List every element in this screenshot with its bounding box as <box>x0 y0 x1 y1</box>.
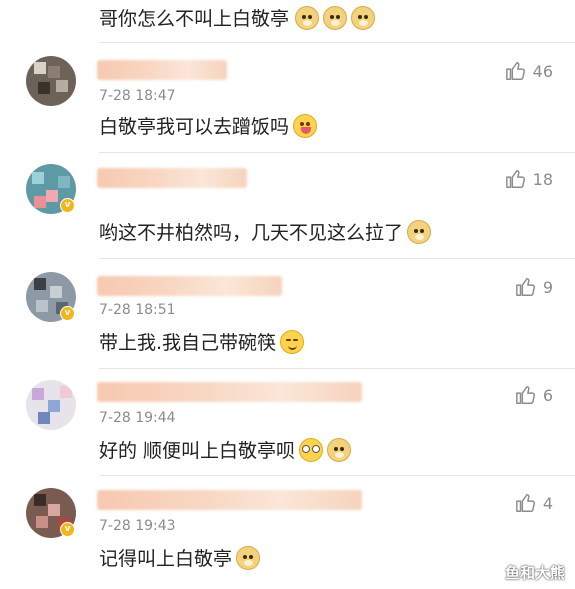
smile-emoji-icon <box>280 329 305 354</box>
thumbs-up-icon <box>515 386 535 404</box>
divider <box>99 258 575 259</box>
like-button[interactable]: 9 <box>515 276 553 298</box>
username-blurred[interactable] <box>97 60 227 80</box>
comment-text: 白敬亭我可以去蹭饭吗 <box>99 112 318 139</box>
doge-emoji-icon <box>407 219 432 244</box>
comment-text: 记得叫上白敬亭 <box>99 544 261 571</box>
like-count: 4 <box>542 493 553 513</box>
verified-badge-icon: v <box>60 522 75 537</box>
thumbs-up-icon <box>505 62 525 80</box>
like-count: 6 <box>542 385 553 405</box>
doge-emoji-icon <box>351 5 376 30</box>
thumbs-up-icon <box>515 278 535 296</box>
timestamp: 7-28 18:47 <box>99 88 176 104</box>
divider <box>99 368 575 369</box>
username-blurred[interactable] <box>97 168 247 188</box>
doge-emoji-icon <box>323 5 348 30</box>
comment-text: 哟这不井柏然吗，几天不见这么拉了 <box>99 218 432 245</box>
like-count: 9 <box>542 277 553 297</box>
username-blurred[interactable] <box>97 382 362 402</box>
avatar[interactable] <box>26 380 76 430</box>
like-button[interactable]: 4 <box>515 492 553 514</box>
verified-badge-icon: v <box>60 198 75 213</box>
tongue-emoji-icon <box>293 113 318 138</box>
like-button[interactable]: 6 <box>515 384 553 406</box>
like-count: 46 <box>532 61 553 81</box>
thumbs-up-icon <box>505 170 525 188</box>
username-blurred[interactable] <box>97 490 362 510</box>
top-comment-text: 哥你怎么不叫上白敬亭 <box>99 4 376 31</box>
doge-emoji-icon <box>236 545 261 570</box>
username-blurred[interactable] <box>97 276 282 296</box>
comment-text: 哥你怎么不叫上白敬亭 <box>99 8 290 30</box>
divider <box>99 152 575 153</box>
comment-text: 带上我.我自己带碗筷 <box>99 328 305 355</box>
watermark: 鱼和大熊 <box>504 564 565 582</box>
divider <box>99 42 575 43</box>
glasses-emoji-icon <box>299 437 324 462</box>
doge-emoji-icon <box>295 5 320 30</box>
divider <box>99 475 575 476</box>
timestamp: 7-28 19:43 <box>99 518 176 534</box>
timestamp: 7-28 19:44 <box>99 410 176 426</box>
doge-emoji-icon <box>327 437 352 462</box>
avatar[interactable] <box>26 56 76 106</box>
like-count: 18 <box>532 169 553 189</box>
like-button[interactable]: 18 <box>505 168 553 190</box>
timestamp: 7-28 18:51 <box>99 302 176 318</box>
thumbs-up-icon <box>515 494 535 512</box>
verified-badge-icon: v <box>60 306 75 321</box>
like-button[interactable]: 46 <box>505 60 553 82</box>
comment-text: 好的 顺便叫上白敬亭呗 <box>99 436 352 463</box>
